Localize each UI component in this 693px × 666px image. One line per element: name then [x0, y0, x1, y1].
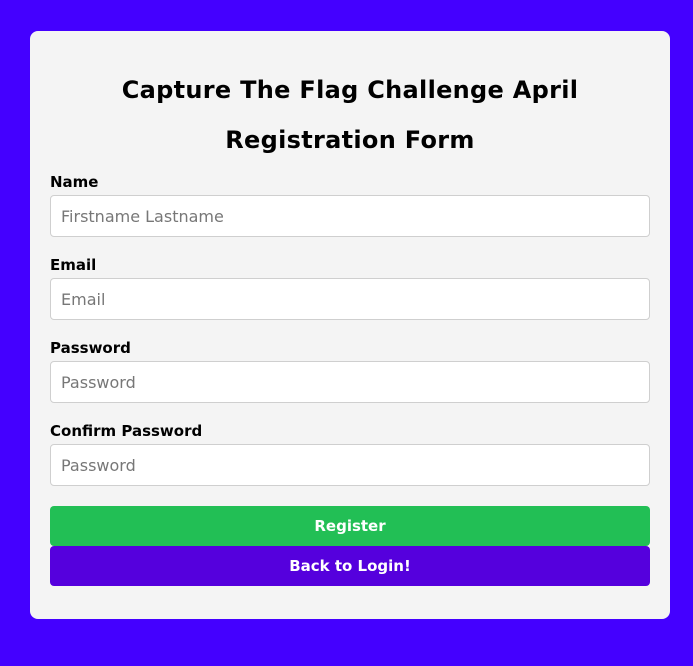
- form-title-line2: Registration Form: [225, 126, 475, 154]
- form-title-line1: Capture The Flag Challenge April: [121, 76, 579, 104]
- back-to-login-button[interactable]: Back to Login!: [50, 546, 650, 586]
- password-input[interactable]: [50, 361, 650, 403]
- password-field-group: Password: [50, 339, 650, 403]
- name-label: Name: [50, 173, 99, 191]
- confirm-password-input[interactable]: [50, 444, 650, 486]
- register-button[interactable]: Register: [50, 506, 650, 546]
- email-label: Email: [50, 256, 97, 274]
- password-label: Password: [50, 339, 131, 357]
- name-field-group: Name: [50, 173, 650, 237]
- email-field-group: Email: [50, 256, 650, 320]
- form-title: Capture The Flag Challenge April Registr…: [50, 31, 650, 165]
- email-input[interactable]: [50, 278, 650, 320]
- name-input[interactable]: [50, 195, 650, 237]
- confirm-password-label: Confirm Password: [50, 422, 203, 440]
- registration-card: Capture The Flag Challenge April Registr…: [30, 31, 670, 619]
- form-header: Capture The Flag Challenge April Registr…: [50, 31, 650, 173]
- confirm-password-field-group: Confirm Password: [50, 422, 650, 486]
